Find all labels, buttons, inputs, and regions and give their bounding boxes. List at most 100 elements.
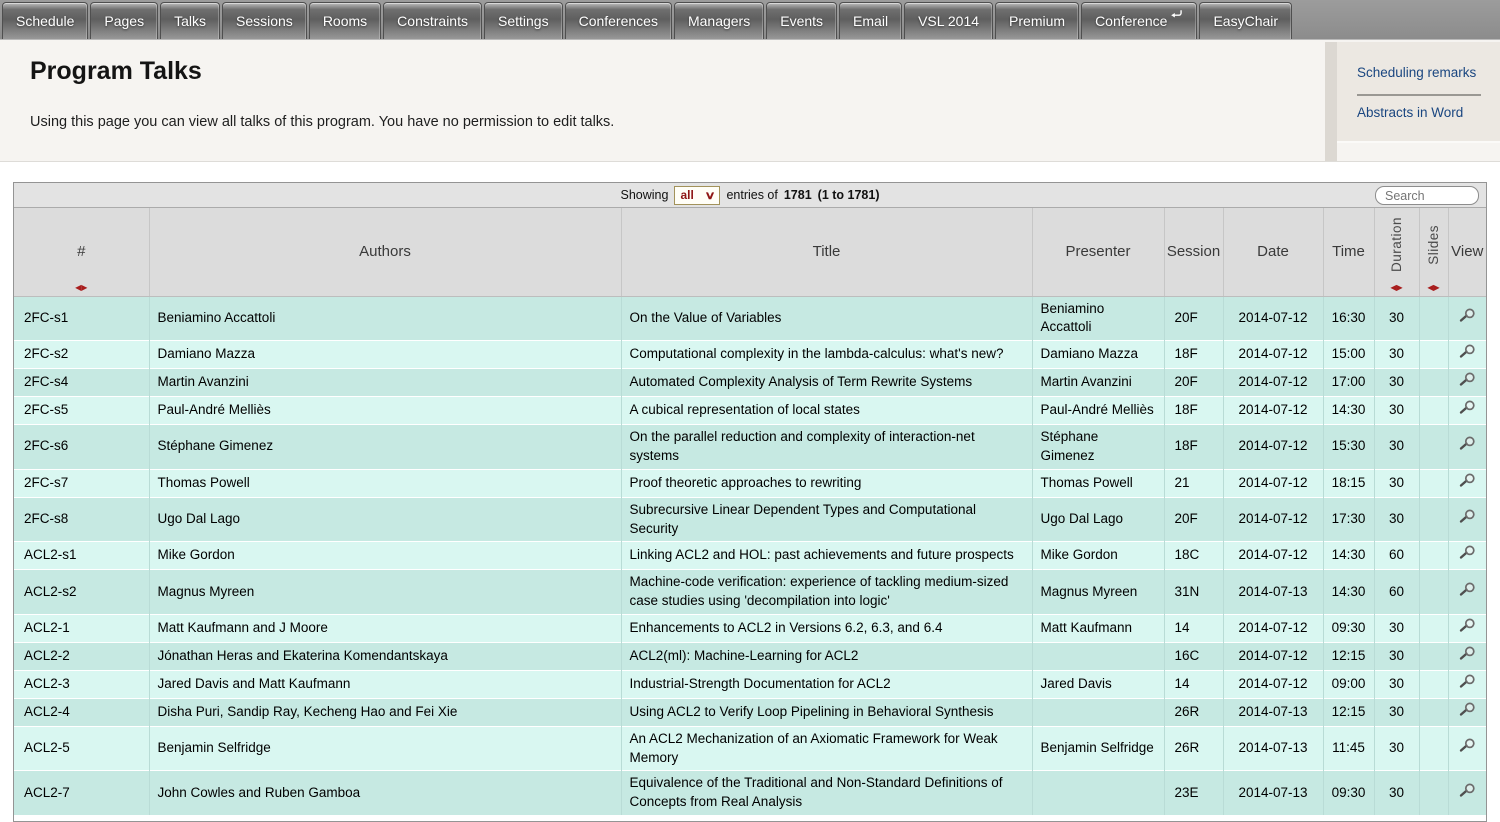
table-row: 2FC-s1 Beniamino Accattoli On the Value … xyxy=(14,296,1486,341)
talk-session-cell: 18F xyxy=(1164,341,1223,369)
talk-title-cell: Proof theoretic approaches to rewriting xyxy=(621,469,1032,497)
nav-tab-conferences[interactable]: Conferences xyxy=(565,2,672,39)
column-header-duration[interactable]: Duration ◀▶ xyxy=(1374,208,1419,296)
talk-authors-cell: Jared Davis and Matt Kaufmann xyxy=(149,670,621,698)
table-row: ACL2-s2 Magnus Myreen Machine-code verif… xyxy=(14,570,1486,615)
talk-id-cell: 2FC-s2 xyxy=(14,341,149,369)
view-talk-button[interactable] xyxy=(1458,674,1476,689)
view-talk-button[interactable] xyxy=(1458,372,1476,387)
view-talk-button[interactable] xyxy=(1458,509,1476,524)
entries-count-select[interactable]: all ∨ xyxy=(674,186,720,205)
column-header-num[interactable]: # ◀▶ xyxy=(14,208,149,296)
talk-slides-cell xyxy=(1419,497,1448,542)
search-input[interactable] xyxy=(1375,186,1479,205)
view-talk-button[interactable] xyxy=(1458,344,1476,359)
view-talk-button[interactable] xyxy=(1458,545,1476,560)
talk-date-cell: 2014-07-12 xyxy=(1223,424,1323,469)
sort-arrows-icon[interactable]: ◀▶ xyxy=(1390,283,1402,292)
nav-tab-vsl-2014[interactable]: VSL 2014 xyxy=(904,2,993,39)
nav-tab-label: Email xyxy=(853,13,888,29)
talk-authors-cell: Beniamino Accattoli xyxy=(149,296,621,341)
nav-tab-label: Pages xyxy=(104,13,144,29)
view-talk-button[interactable] xyxy=(1458,618,1476,633)
magnifier-icon xyxy=(1458,473,1476,488)
table-row: 2FC-s2 Damiano Mazza Computational compl… xyxy=(14,341,1486,369)
table-row: ACL2-3 Jared Davis and Matt Kaufmann Ind… xyxy=(14,670,1486,698)
magnifier-icon xyxy=(1458,738,1476,753)
nav-tab-premium[interactable]: Premium xyxy=(995,2,1079,39)
nav-tab-settings[interactable]: Settings xyxy=(484,2,563,39)
magnifier-icon xyxy=(1458,545,1476,560)
column-header-slides[interactable]: Slides ◀▶ xyxy=(1419,208,1448,296)
talk-authors-cell: Ugo Dal Lago xyxy=(149,497,621,542)
talk-session-cell: 18F xyxy=(1164,397,1223,425)
magnifier-icon xyxy=(1458,400,1476,415)
column-label: Time xyxy=(1332,243,1365,260)
talk-slides-cell xyxy=(1419,341,1448,369)
nav-tab-label: Managers xyxy=(688,13,750,29)
scheduling-remarks-link[interactable]: Scheduling remarks xyxy=(1357,65,1476,80)
table-row: ACL2-5 Benjamin Selfridge An ACL2 Mechan… xyxy=(14,726,1486,771)
nav-tab-easychair[interactable]: EasyChair xyxy=(1199,2,1292,39)
entries-of-label: entries of xyxy=(726,188,777,202)
column-header-presenter[interactable]: Presenter xyxy=(1032,208,1164,296)
talk-slides-cell xyxy=(1419,771,1448,815)
talk-duration-cell: 30 xyxy=(1374,615,1419,643)
talk-title-cell: On the parallel reduction and complexity… xyxy=(621,424,1032,469)
view-talk-button[interactable] xyxy=(1458,582,1476,597)
column-header-authors[interactable]: Authors xyxy=(149,208,621,296)
column-header-date[interactable]: Date xyxy=(1223,208,1323,296)
nav-tab-managers[interactable]: Managers xyxy=(674,2,764,39)
nav-tab-sessions[interactable]: Sessions xyxy=(222,2,307,39)
nav-tab-conference[interactable]: Conference xyxy=(1081,2,1197,39)
column-header-session[interactable]: Session xyxy=(1164,208,1223,296)
magnifier-icon xyxy=(1458,509,1476,524)
talk-duration-cell: 30 xyxy=(1374,424,1419,469)
talk-authors-cell: Benjamin Selfridge xyxy=(149,726,621,771)
view-talk-button[interactable] xyxy=(1458,738,1476,753)
view-talk-button[interactable] xyxy=(1458,436,1476,451)
view-talk-button[interactable] xyxy=(1458,702,1476,717)
talk-presenter-cell: Martin Avanzini xyxy=(1032,369,1164,397)
nav-tab-events[interactable]: Events xyxy=(766,2,837,39)
chevron-down-icon: ∨ xyxy=(705,189,716,202)
nav-tab-schedule[interactable]: Schedule xyxy=(2,2,88,39)
view-talk-button[interactable] xyxy=(1458,473,1476,488)
column-header-time[interactable]: Time xyxy=(1323,208,1374,296)
talk-title-cell: Enhancements to ACL2 in Versions 6.2, 6.… xyxy=(621,615,1032,643)
nav-tab-constraints[interactable]: Constraints xyxy=(383,2,482,39)
view-talk-button[interactable] xyxy=(1458,783,1476,798)
abstracts-in-word-link[interactable]: Abstracts in Word xyxy=(1357,105,1463,120)
talk-time-cell: 17:30 xyxy=(1323,497,1374,542)
talk-id-cell: ACL2-5 xyxy=(14,726,149,771)
view-talk-button[interactable] xyxy=(1458,646,1476,661)
magnifier-icon xyxy=(1458,436,1476,451)
talks-table-container: Showing all ∨ entries of 1781 (1 to 1781… xyxy=(13,182,1487,822)
magnifier-icon xyxy=(1458,674,1476,689)
talk-date-cell: 2014-07-13 xyxy=(1223,771,1323,815)
magnifier-icon xyxy=(1458,618,1476,633)
nav-tab-talks[interactable]: Talks xyxy=(160,2,220,39)
talk-id-cell: ACL2-1 xyxy=(14,615,149,643)
talk-slides-cell xyxy=(1419,469,1448,497)
nav-tab-rooms[interactable]: Rooms xyxy=(309,2,381,39)
view-talk-button[interactable] xyxy=(1458,400,1476,415)
talk-session-cell: 20F xyxy=(1164,296,1223,341)
sort-arrows-icon[interactable]: ◀▶ xyxy=(75,283,87,292)
table-row: ACL2-2 Jónathan Heras and Ekaterina Kome… xyxy=(14,642,1486,670)
talk-slides-cell xyxy=(1419,570,1448,615)
view-talk-button[interactable] xyxy=(1458,308,1476,323)
nav-tab-pages[interactable]: Pages xyxy=(90,2,158,39)
column-header-view[interactable]: View xyxy=(1448,208,1486,296)
talk-title-cell: Industrial-Strength Documentation for AC… xyxy=(621,670,1032,698)
talk-session-cell: 23E xyxy=(1164,771,1223,815)
nav-tab-email[interactable]: Email xyxy=(839,2,902,39)
talk-presenter-cell: Damiano Mazza xyxy=(1032,341,1164,369)
column-label: Slides xyxy=(1426,225,1441,265)
talk-presenter-cell: Magnus Myreen xyxy=(1032,570,1164,615)
sort-arrows-icon[interactable]: ◀▶ xyxy=(1427,283,1439,292)
talk-date-cell: 2014-07-12 xyxy=(1223,642,1323,670)
talk-date-cell: 2014-07-12 xyxy=(1223,296,1323,341)
talk-session-cell: 18C xyxy=(1164,542,1223,570)
column-header-title[interactable]: Title xyxy=(621,208,1032,296)
